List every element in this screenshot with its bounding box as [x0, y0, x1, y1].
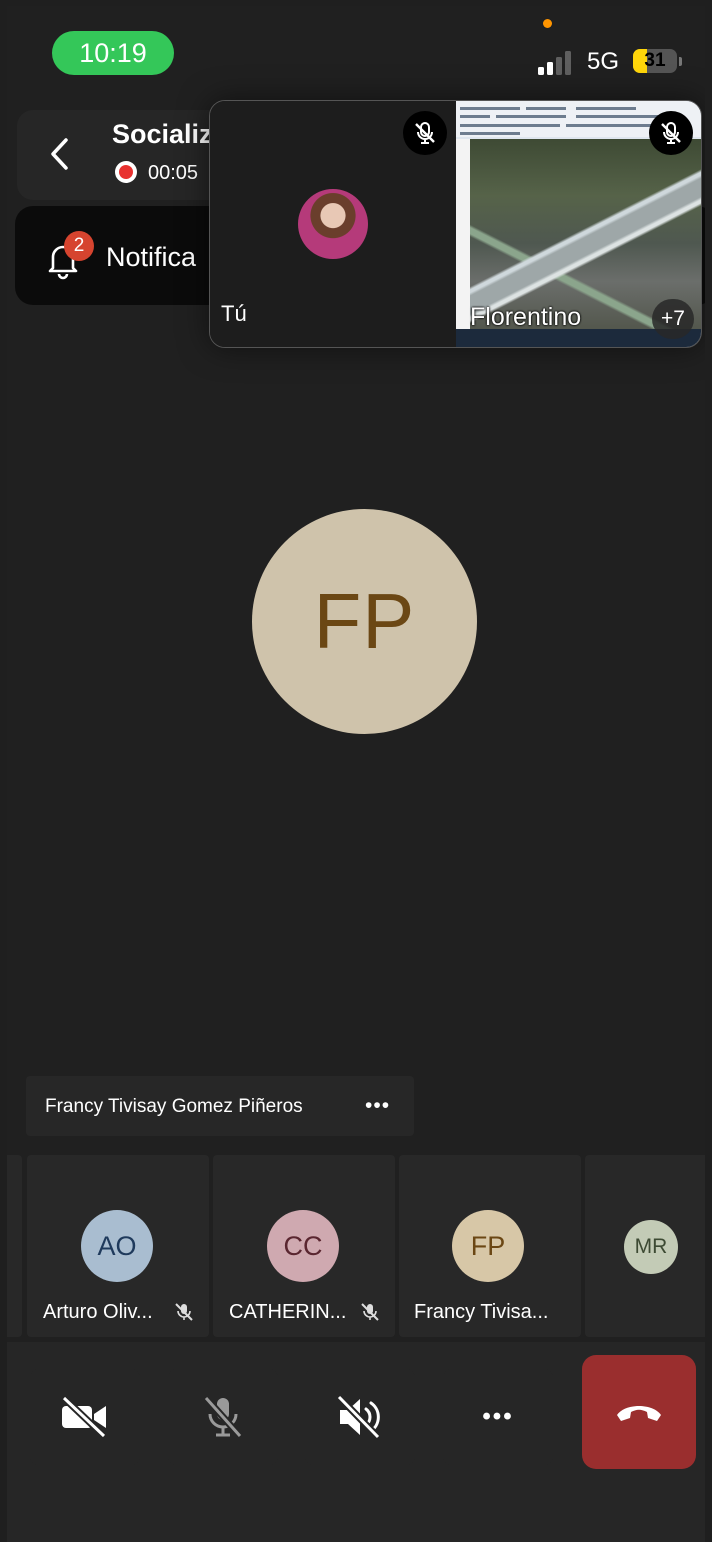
self-video-tile[interactable]: Tú: [210, 101, 456, 347]
speaker-name: Francy Tivisay Gomez Piñeros: [45, 1096, 303, 1117]
camera-in-use-indicator: [543, 19, 552, 28]
participant-name: Francy Tivisa...: [414, 1301, 549, 1323]
participant-card[interactable]: [7, 1155, 22, 1337]
self-name: Tú: [221, 301, 247, 326]
speaker-toggle-button[interactable]: [304, 1367, 416, 1467]
camera-off-icon: [61, 1395, 107, 1439]
floating-video-tiles[interactable]: Tú Florentino +7: [209, 100, 702, 348]
participant-avatar: CC: [267, 1210, 339, 1282]
participant-name: Arturo Oliv...: [43, 1301, 153, 1323]
recording-icon: [115, 161, 137, 183]
participant-avatar: AO: [81, 1210, 153, 1282]
participant-avatar: FP: [452, 1210, 524, 1282]
participant-name: CATHERIN...: [229, 1301, 347, 1323]
more-options-button[interactable]: •••: [442, 1367, 554, 1467]
mic-toggle-button[interactable]: [167, 1367, 279, 1467]
shared-app-sidebar: [456, 139, 470, 329]
hang-up-button[interactable]: [582, 1355, 696, 1469]
notification-count-badge: 2: [64, 231, 94, 261]
more-participants-count[interactable]: +7: [652, 299, 694, 339]
self-avatar: [298, 189, 368, 259]
mic-off-icon: [361, 1303, 379, 1321]
speaker-more-options[interactable]: •••: [365, 1094, 390, 1118]
back-chevron-icon[interactable]: [41, 134, 81, 174]
signal-strength-icon: [538, 49, 578, 75]
call-screen: 10:19 5G 31 Socializ 00:05 2 Notifica Tú: [7, 6, 705, 1542]
main-speaker-avatar: FP: [252, 509, 477, 734]
self-mic-off-icon: [403, 111, 447, 155]
speaker-off-icon: [336, 1394, 381, 1440]
hang-up-icon: [617, 1406, 661, 1421]
battery-icon: 31: [633, 49, 677, 73]
mic-off-icon: [203, 1395, 243, 1439]
status-time: 10:19: [52, 31, 174, 75]
camera-toggle-button[interactable]: [29, 1367, 141, 1467]
mic-off-icon: [175, 1303, 193, 1321]
presenter-mic-off-icon: [649, 111, 693, 155]
participant-avatar: MR: [624, 1220, 678, 1274]
battery-nub: [679, 57, 682, 66]
presenter-name: Florentino: [470, 303, 582, 331]
recording-timer: 00:05: [148, 162, 199, 184]
shared-screen-tile[interactable]: Florentino +7: [456, 101, 701, 347]
network-type: 5G: [587, 48, 620, 75]
meeting-title[interactable]: Socializ: [112, 119, 213, 150]
notification-label: Notifica: [106, 242, 197, 272]
battery-percent: 31: [644, 50, 666, 71]
